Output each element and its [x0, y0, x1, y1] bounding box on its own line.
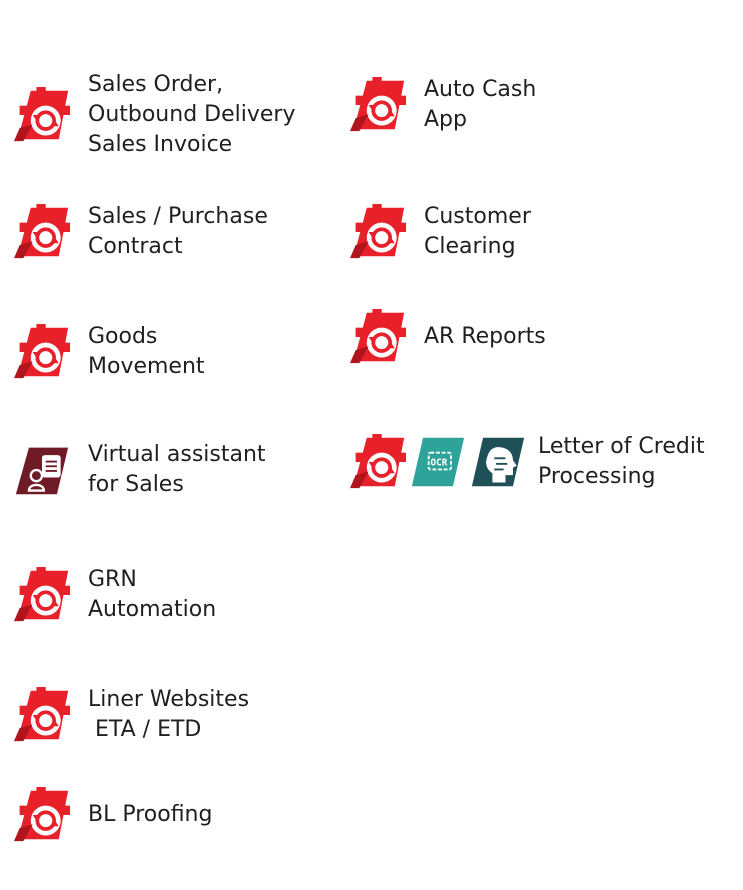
rpa-gear-icon	[14, 787, 70, 843]
automation-label: BL Proofing	[88, 802, 213, 827]
rpa-gear-icon	[350, 204, 406, 260]
rpa-gear-icon	[350, 309, 406, 365]
automation-label: Letter of Credit Processing	[538, 434, 705, 489]
rpa-gear-icon	[14, 204, 70, 260]
automation-item: Letter of Credit Processing	[350, 372, 705, 552]
ai-head-icon	[470, 434, 526, 490]
rpa-gear-icon	[14, 567, 70, 623]
rpa-gear-icon	[14, 324, 70, 380]
icon-group	[350, 434, 530, 490]
rpa-gear-icon	[350, 434, 406, 490]
rpa-gear-icon	[14, 87, 70, 143]
rpa-gear-icon	[14, 687, 70, 743]
rpa-gear-icon	[350, 77, 406, 133]
ocr-icon	[410, 434, 466, 490]
virtual-assistant-icon	[14, 442, 70, 498]
automation-item: BL Proofing	[14, 740, 212, 890]
